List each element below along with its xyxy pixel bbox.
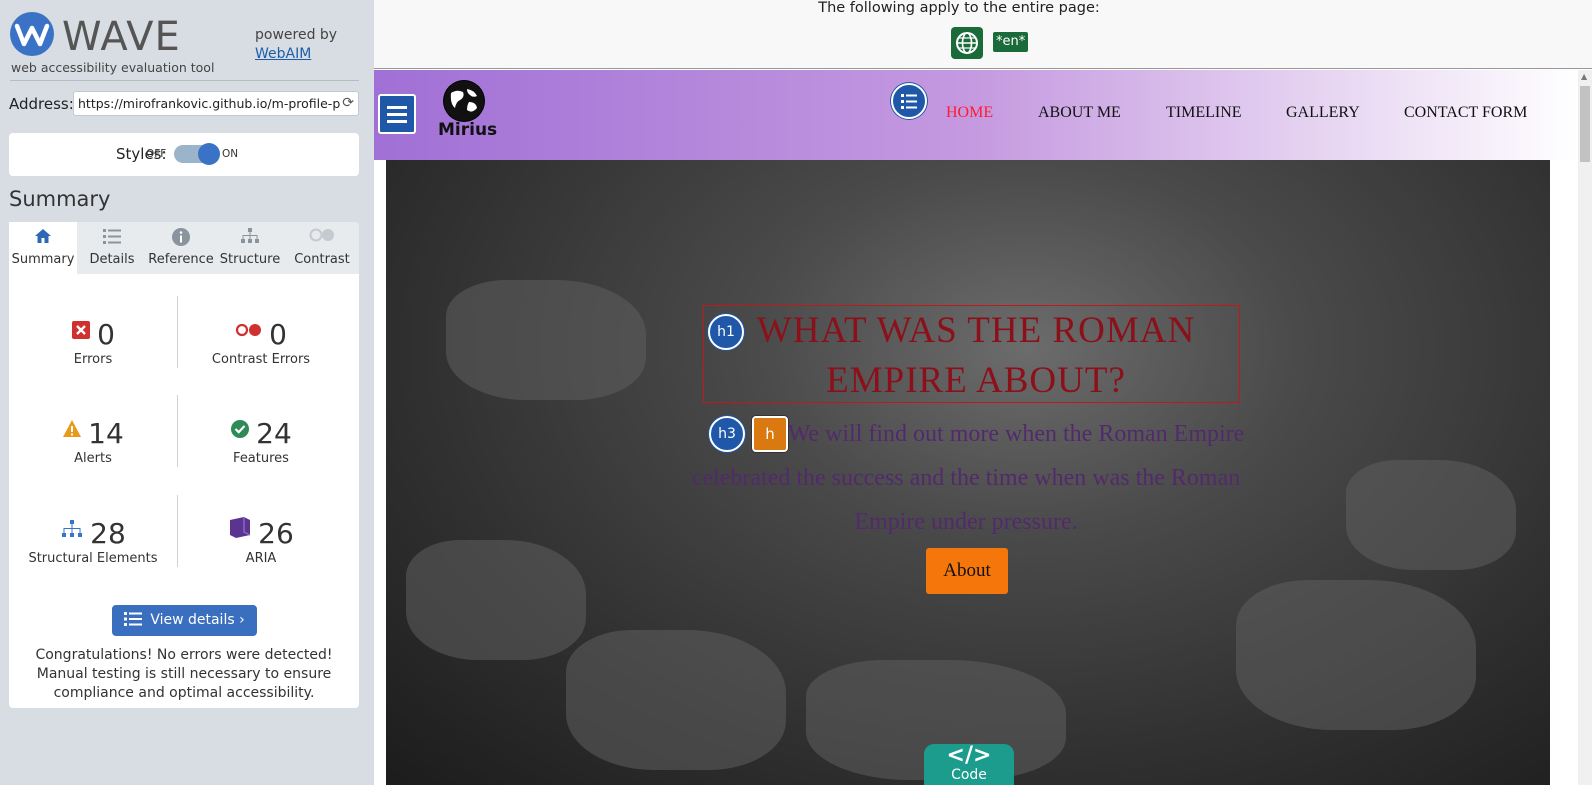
nav-home[interactable]: HOME [946,104,993,122]
powered-by-text: powered by [255,27,338,43]
heading-alert-icon[interactable]: h [752,416,788,452]
aria-label: ARIA [245,551,277,566]
info-icon [147,222,215,252]
code-toggle-tab[interactable]: </> Code [924,744,1014,785]
tab-label: Contrast [294,252,350,267]
tab-label: Summary [11,252,75,267]
stat-features: 24 Features [177,413,345,466]
nav-about-me[interactable]: ABOUT ME [1038,104,1121,122]
hero-rock [1346,460,1516,570]
structural-count: 28 [90,517,126,550]
aria-icon [228,513,252,538]
list-icon [77,222,147,252]
tab-label: Details [89,252,135,267]
tab-reference[interactable]: Reference [147,222,215,274]
toggle-knob[interactable] [198,143,220,165]
tab-label: Reference [148,252,214,267]
page-level-bar: The following apply to the entire page: … [374,0,1592,69]
divider [10,80,359,81]
webaim-link[interactable]: WebAIM [255,46,311,62]
hero-title: WHAT WAS THE ROMAN EMPIRE ABOUT? [756,310,1196,401]
view-details-label: View details › [150,612,245,628]
features-label: Features [233,451,289,466]
globe-logo-icon [443,80,485,122]
structural-label: Structural Elements [28,551,158,566]
errors-label: Errors [73,352,113,367]
contrast-icon [285,222,359,252]
structure-icon [60,513,84,537]
aria-count: 26 [258,517,294,550]
features-count: 24 [256,417,292,450]
wave-sidebar: WAVE web accessibility evaluation tool p… [0,0,374,785]
stat-contrast-errors: 0 Contrast Errors [177,314,345,367]
summary-panel: 0 Errors 0 Contrast Errors 14 Alerts 24 … [9,274,359,708]
wave-title: WAVE [62,14,181,60]
stat-alerts: 14 Alerts [9,413,177,466]
address-input[interactable]: https://mirofrankovic.github.io/m-profil… [73,91,359,116]
hero-rock [406,540,586,660]
address-value: https://mirofrankovic.github.io/m-profil… [78,96,353,111]
hero-rock [566,630,786,770]
about-button[interactable]: About [926,548,1008,594]
code-label: Code [951,767,987,783]
nav-timeline[interactable]: TIMELINE [1166,104,1242,122]
stat-aria: 26 ARIA [177,513,345,566]
view-details-button[interactable]: View details › [112,605,257,636]
alerts-label: Alerts [74,451,112,466]
tab-contrast[interactable]: Contrast [285,222,359,274]
styles-toggle[interactable] [174,143,220,165]
structure-icon [215,222,285,252]
tab-structure[interactable]: Structure [215,222,285,274]
contrast-error-icon [235,314,263,337]
apply-text: The following apply to the entire page: [818,0,1100,16]
tab-summary[interactable]: Summary [9,222,77,274]
panel-tabs: Summary Details Reference Structure Cont… [9,222,359,274]
page-scrollbar[interactable]: ▲ [1578,70,1592,785]
evaluated-page: The following apply to the entire page: … [374,0,1592,785]
hero-section: WHAT WAS THE ROMAN EMPIRE ABOUT? h1 We w… [386,160,1550,785]
site-brand[interactable]: Mirius [438,120,497,140]
styles-toggle-card: Styles: OFF ON [9,133,359,176]
nav-list-icon[interactable] [378,94,416,134]
wave-logo-icon [10,12,54,56]
wave-list-icon[interactable] [891,83,927,119]
scroll-thumb[interactable] [1580,86,1590,162]
error-icon [71,314,91,339]
wave-subtitle: web accessibility evaluation tool [11,60,215,75]
hero-rock [1236,580,1476,730]
h3-marker-icon[interactable]: h3 [709,416,745,452]
errors-count: 0 [97,318,115,351]
nav-gallery[interactable]: GALLERY [1286,104,1360,122]
language-globe-icon[interactable] [951,27,983,59]
language-badge: *en* [993,32,1029,52]
contrast-errors-count: 0 [269,318,287,351]
home-icon [9,222,77,252]
stat-structural: 28 Structural Elements [9,513,177,566]
alerts-count: 14 [88,417,124,450]
list-icon [124,608,143,639]
summary-heading: Summary [9,187,111,211]
styles-off-label: OFF [146,148,167,160]
congrats-message: Congratulations! No errors were detected… [35,647,333,701]
nav-contact-form[interactable]: CONTACT FORM [1404,104,1527,122]
reload-icon[interactable]: ⟳ [340,92,354,115]
tab-label: Structure [219,252,281,267]
hero-rock [446,280,646,400]
address-label: Address: [9,95,74,113]
h1-marker-icon[interactable]: h1 [708,314,744,350]
styles-on-label: ON [222,148,239,160]
feature-icon [230,413,250,438]
contrast-errors-label: Contrast Errors [211,352,311,367]
alert-icon [62,413,82,437]
site-navbar: Mirius HOME ABOUT ME TIMELINE GALLERY CO… [374,70,1578,160]
scroll-up-icon[interactable]: ▲ [1581,72,1587,81]
code-icon: </> [946,743,992,768]
stat-errors: 0 Errors [9,314,177,367]
tab-details[interactable]: Details [77,222,147,274]
